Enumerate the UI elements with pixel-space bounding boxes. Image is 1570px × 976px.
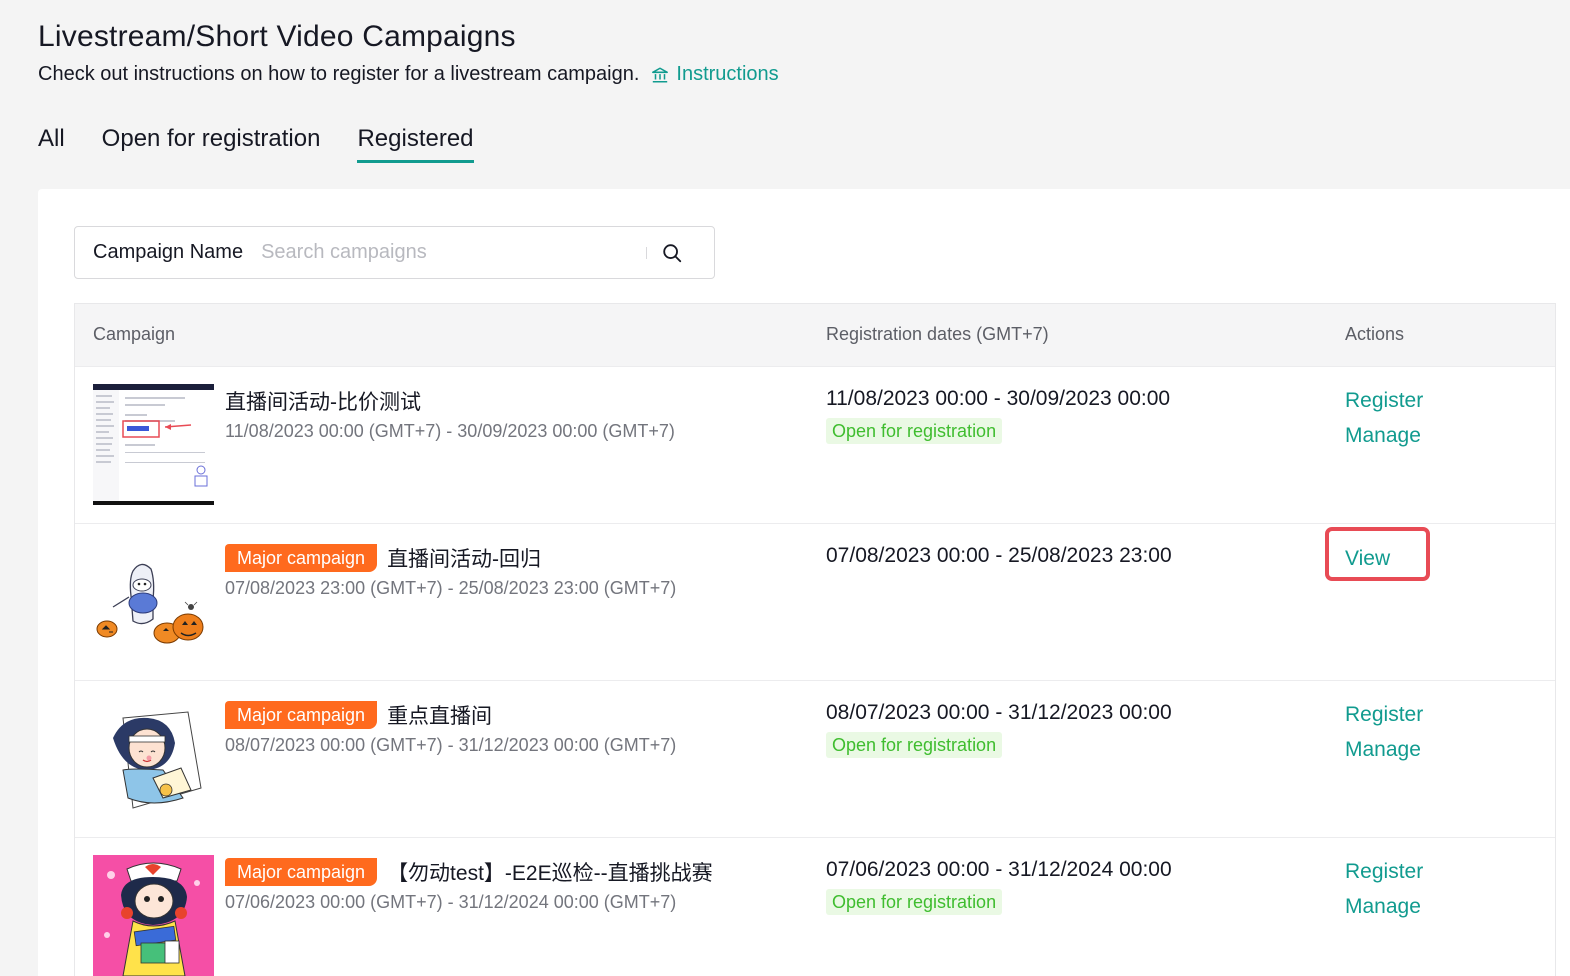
campaign-thumbnail — [93, 698, 214, 819]
major-campaign-badge: Major campaign — [225, 544, 378, 572]
row-actions: Register Manage — [1345, 858, 1423, 928]
search-icon[interactable] — [661, 242, 683, 264]
campaign-name[interactable]: 直播间活动-比价测试 — [225, 386, 421, 416]
campaign-name[interactable]: 【勿动test】-E2E巡检--直播挑战赛 — [387, 857, 713, 887]
campaign-title: 直播间活动-比价测试 — [225, 387, 421, 415]
campaign-name[interactable]: 重点直播间 — [387, 700, 492, 730]
campaign-name[interactable]: 直播间活动-回归 — [387, 543, 541, 573]
registration-dates: 07/06/2023 00:00 - 31/12/2024 00:00 — [826, 858, 1172, 881]
view-button[interactable]: View — [1345, 545, 1390, 580]
page-subtitle: Check out instructions on how to registe… — [38, 63, 779, 86]
campaign-search: Campaign Name — [74, 226, 715, 279]
table-row: 直播间活动-比价测试 11/08/2023 00:00 (GMT+7) - 30… — [75, 367, 1555, 524]
tab-registered[interactable]: Registered — [357, 125, 474, 163]
page-title: Livestream/Short Video Campaigns — [38, 20, 516, 53]
campaign-title: Major campaign 【勿动test】-E2E巡检--直播挑战赛 — [225, 858, 713, 886]
column-header-registration-dates: Registration dates (GMT+7) — [826, 324, 1049, 344]
campaign-dates: 07/06/2023 00:00 (GMT+7) - 31/12/2024 00… — [225, 892, 677, 912]
subtitle-text: Check out instructions on how to registe… — [38, 63, 640, 85]
search-divider — [646, 246, 648, 259]
status-badge: Open for registration — [826, 889, 1003, 915]
campaign-thumbnail — [93, 384, 214, 505]
manage-button[interactable]: Manage — [1345, 893, 1423, 928]
table-row: Major campaign 【勿动test】-E2E巡检--直播挑战赛 07/… — [75, 838, 1555, 976]
view-highlight: View — [1325, 527, 1430, 581]
major-campaign-badge: Major campaign — [225, 858, 378, 886]
campaign-thumbnail — [93, 855, 214, 976]
table-header: Campaign Registration dates (GMT+7) Acti… — [75, 304, 1555, 367]
manage-button[interactable]: Manage — [1345, 736, 1423, 771]
campaign-table: Campaign Registration dates (GMT+7) Acti… — [74, 303, 1556, 976]
search-label: Campaign Name — [93, 241, 244, 263]
row-actions: Register Manage — [1345, 387, 1423, 457]
tab-open-for-registration[interactable]: Open for registration — [102, 125, 321, 163]
campaign-title: Major campaign 直播间活动-回归 — [225, 544, 541, 572]
table-row: Major campaign 重点直播间 08/07/2023 00:00 (G… — [75, 681, 1555, 838]
manage-button[interactable]: Manage — [1345, 422, 1423, 457]
campaign-dates: 07/08/2023 23:00 (GMT+7) - 25/08/2023 23… — [225, 578, 677, 598]
campaign-panel: Campaign Name Campaign Registration date… — [38, 189, 1570, 976]
campaign-dates: 11/08/2023 00:00 (GMT+7) - 30/09/2023 00… — [225, 421, 675, 441]
campaign-title: Major campaign 重点直播间 — [225, 701, 492, 729]
column-header-actions: Actions — [1345, 324, 1405, 344]
register-button[interactable]: Register — [1345, 858, 1423, 893]
registration-dates: 11/08/2023 00:00 - 30/09/2023 00:00 — [826, 387, 1171, 410]
campaign-tabs: All Open for registration Registered — [38, 125, 511, 163]
table-row: Major campaign 直播间活动-回归 07/08/2023 23:00… — [75, 524, 1555, 681]
column-header-campaign: Campaign — [93, 324, 176, 344]
tab-all[interactable]: All — [38, 125, 65, 163]
row-actions: Register Manage — [1345, 701, 1423, 771]
instructions-link-label: Instructions — [676, 63, 779, 85]
register-button[interactable]: Register — [1345, 701, 1423, 736]
register-button[interactable]: Register — [1345, 387, 1423, 422]
search-input[interactable] — [261, 237, 642, 268]
status-badge: Open for registration — [826, 418, 1003, 444]
instructions-link[interactable]: Instructions — [651, 63, 779, 86]
campaign-thumbnail — [93, 541, 214, 662]
registration-dates: 07/08/2023 00:00 - 25/08/2023 23:00 — [826, 544, 1172, 567]
registration-dates: 08/07/2023 00:00 - 31/12/2023 00:00 — [826, 701, 1172, 724]
major-campaign-badge: Major campaign — [225, 701, 378, 729]
institution-icon — [652, 66, 669, 83]
status-badge: Open for registration — [826, 732, 1003, 758]
campaign-dates: 08/07/2023 00:00 (GMT+7) - 31/12/2023 00… — [225, 735, 677, 755]
